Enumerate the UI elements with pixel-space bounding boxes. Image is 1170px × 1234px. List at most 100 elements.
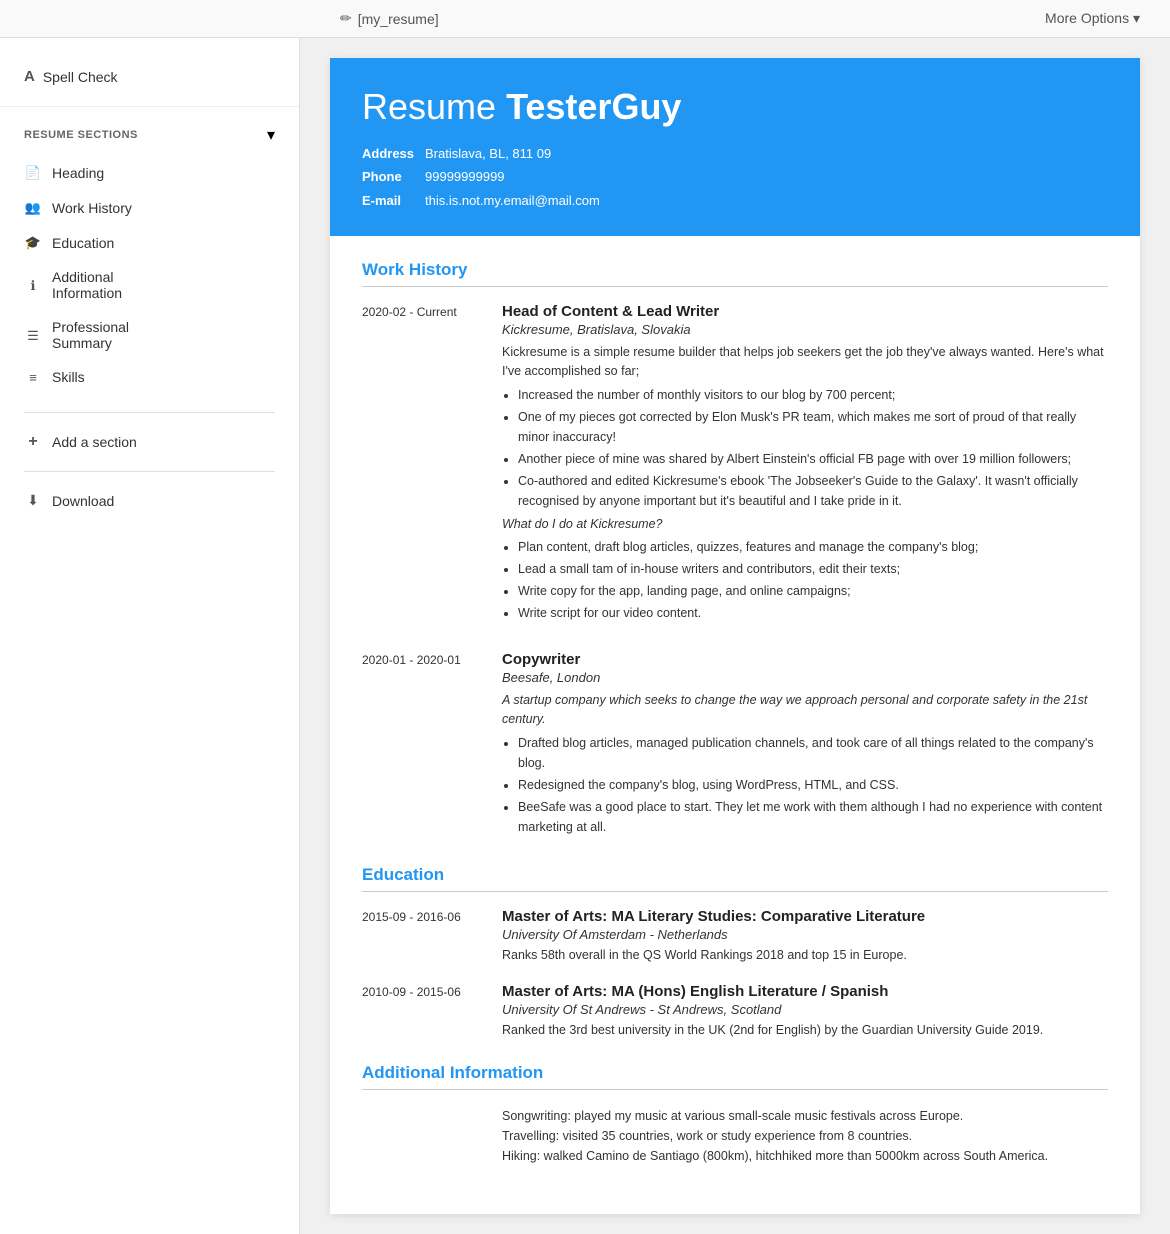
work-bullets-1b: Plan content, draft blog articles, quizz… (518, 537, 1108, 623)
bullet-item: BeeSafe was a good place to start. They … (518, 797, 1108, 837)
work-details-2: Copywriter Beesafe, London A startup com… (502, 651, 1108, 841)
edu-degree-1: Master of Arts: MA Literary Studies: Com… (502, 908, 1108, 925)
bullet-item: Co-authored and edited Kickresume's eboo… (518, 471, 1108, 511)
resume-body: Work History 2020-02 - Current Head of C… (330, 236, 1140, 1214)
edu-details-2: Master of Arts: MA (Hons) English Litera… (502, 983, 1108, 1040)
professional-icon (24, 327, 42, 344)
bullet-item: One of my pieces got corrected by Elon M… (518, 407, 1108, 447)
sidebar-item-skills[interactable]: Skills (0, 360, 299, 394)
bullet-item: Lead a small tam of in-house writers and… (518, 559, 1108, 579)
work-details-1: Head of Content & Lead Writer Kickresume… (502, 303, 1108, 627)
add-section-button[interactable]: Add a section (0, 421, 299, 463)
edu-details-1: Master of Arts: MA Literary Studies: Com… (502, 908, 1108, 965)
phone-value: 99999999999 (425, 165, 505, 188)
sidebar-item-work-history[interactable]: Work History (0, 190, 299, 225)
resume-name-plain: Resume (362, 86, 506, 127)
education-label: Education (52, 235, 114, 251)
sidebar-divider-1 (24, 412, 275, 413)
filename[interactable]: [my_resume] (358, 11, 439, 27)
bullet-item: Another piece of mine was shared by Albe… (518, 449, 1108, 469)
edu-entry-2: 2010-09 - 2015-06 Master of Arts: MA (Ho… (362, 983, 1108, 1040)
work-history-section: Work History 2020-02 - Current Head of C… (362, 260, 1108, 841)
sections-title: RESUME SECTIONS (24, 129, 138, 141)
work-title-1: Head of Content & Lead Writer (502, 303, 1108, 320)
additional-divider (362, 1089, 1108, 1090)
resume-name: Resume TesterGuy (362, 86, 1108, 128)
heading-icon (24, 164, 42, 181)
additional-section-title: Additional Information (362, 1063, 1108, 1083)
bullet-item: Drafted blog articles, managed publicati… (518, 733, 1108, 773)
sections-header: RESUME SECTIONS (0, 107, 299, 155)
resume-header: Resume TesterGuy Address Bratislava, BL,… (330, 58, 1140, 236)
main-content: Resume TesterGuy Address Bratislava, BL,… (300, 38, 1170, 1234)
resume-card: Resume TesterGuy Address Bratislava, BL,… (330, 58, 1140, 1214)
work-desc-2: A startup company which seeks to change … (502, 691, 1108, 729)
work-history-icon (24, 199, 42, 216)
sidebar-item-additional[interactable]: AdditionalInformation (0, 260, 299, 310)
additional-item-1: Songwriting: played my music at various … (502, 1106, 1108, 1126)
work-date-1: 2020-02 - Current (362, 303, 482, 627)
add-section-label: Add a section (52, 434, 137, 450)
edu-degree-2: Master of Arts: MA (Hons) English Litera… (502, 983, 1108, 1000)
contact-address-row: Address Bratislava, BL, 811 09 (362, 142, 1108, 165)
additional-date (362, 1106, 482, 1166)
sidebar-item-heading[interactable]: Heading (0, 155, 299, 190)
education-section-title: Education (362, 865, 1108, 885)
filename-area[interactable]: [my_resume] (340, 10, 439, 27)
spell-check-icon (24, 68, 35, 86)
work-bullets-1: Increased the number of monthly visitors… (518, 385, 1108, 511)
resume-name-bold: TesterGuy (506, 86, 681, 127)
phone-label: Phone (362, 165, 417, 188)
work-entry-1: 2020-02 - Current Head of Content & Lead… (362, 303, 1108, 627)
bullet-item: Increased the number of monthly visitors… (518, 385, 1108, 405)
work-desc-1: Kickresume is a simple resume builder th… (502, 343, 1108, 381)
sidebar-nav: Heading Work History Education Additiona… (0, 155, 299, 404)
address-label: Address (362, 142, 417, 165)
bullet-item: Plan content, draft blog articles, quizz… (518, 537, 1108, 557)
email-value: this.is.not.my.email@mail.com (425, 189, 600, 212)
spell-check-label: Spell Check (43, 69, 118, 85)
work-title-2: Copywriter (502, 651, 1108, 668)
work-entry-2: 2020-01 - 2020-01 Copywriter Beesafe, Lo… (362, 651, 1108, 841)
additional-item-2: Travelling: visited 35 countries, work o… (502, 1126, 1108, 1146)
work-history-section-title: Work History (362, 260, 1108, 280)
top-bar: [my_resume] More Options ▾ (0, 0, 1170, 38)
sidebar: Spell Check RESUME SECTIONS Heading Work… (0, 38, 300, 1234)
skills-icon (24, 369, 42, 385)
education-divider (362, 891, 1108, 892)
additional-details: Songwriting: played my music at various … (502, 1106, 1108, 1166)
edu-date-2: 2010-09 - 2015-06 (362, 983, 482, 1040)
skills-label: Skills (52, 369, 85, 385)
work-desc-1b: What do I do at Kickresume? (502, 515, 1108, 534)
heading-label: Heading (52, 165, 104, 181)
work-bullets-2: Drafted blog articles, managed publicati… (518, 733, 1108, 837)
pencil-icon (340, 10, 352, 27)
download-button[interactable]: Download (0, 480, 299, 521)
contact-email-row: E-mail this.is.not.my.email@mail.com (362, 189, 1108, 212)
address-value: Bratislava, BL, 811 09 (425, 142, 551, 165)
work-company-1: Kickresume, Bratislava, Slovakia (502, 322, 1108, 337)
download-icon (24, 492, 42, 509)
bullet-item: Redesigned the company's blog, using Wor… (518, 775, 1108, 795)
education-section: Education 2015-09 - 2016-06 Master of Ar… (362, 865, 1108, 1040)
edu-school-1: University Of Amsterdam - Netherlands (502, 927, 1108, 942)
main-layout: Spell Check RESUME SECTIONS Heading Work… (0, 38, 1170, 1234)
work-history-divider (362, 286, 1108, 287)
email-label: E-mail (362, 189, 417, 212)
additional-section: Additional Information Songwriting: play… (362, 1063, 1108, 1166)
download-label: Download (52, 493, 114, 509)
more-options-button[interactable]: More Options ▾ (1045, 10, 1140, 27)
sidebar-divider-2 (24, 471, 275, 472)
bullet-item: Write script for our video content. (518, 603, 1108, 623)
edu-school-2: University Of St Andrews - St Andrews, S… (502, 1002, 1108, 1017)
work-history-label: Work History (52, 200, 132, 216)
edu-date-1: 2015-09 - 2016-06 (362, 908, 482, 965)
chevron-down-icon (267, 125, 275, 145)
work-date-2: 2020-01 - 2020-01 (362, 651, 482, 841)
sidebar-item-professional[interactable]: ProfessionalSummary (0, 310, 299, 360)
sidebar-item-education[interactable]: Education (0, 225, 299, 260)
spell-check-button[interactable]: Spell Check (0, 58, 299, 107)
contact-phone-row: Phone 99999999999 (362, 165, 1108, 188)
edu-desc-1: Ranks 58th overall in the QS World Ranki… (502, 946, 1108, 965)
edu-desc-2: Ranked the 3rd best university in the UK… (502, 1021, 1108, 1040)
